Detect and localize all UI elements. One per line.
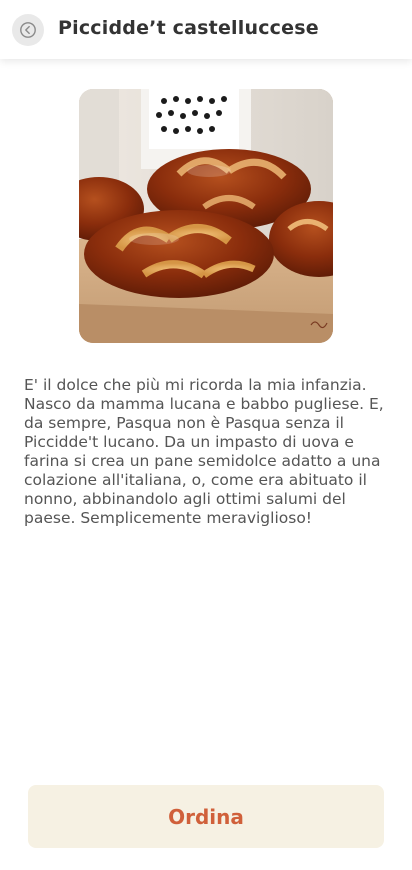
back-button[interactable] [12,14,44,46]
product-description: E' il dolce che più mi ricorda la mia in… [24,376,384,527]
page-title: Piccidde’t castelluccese [58,17,319,39]
product-photo [79,89,333,343]
back-arrow-circle-icon [20,22,36,38]
order-button[interactable]: Ordina [28,785,384,848]
app-bar: Piccidde’t castelluccese [0,0,412,59]
